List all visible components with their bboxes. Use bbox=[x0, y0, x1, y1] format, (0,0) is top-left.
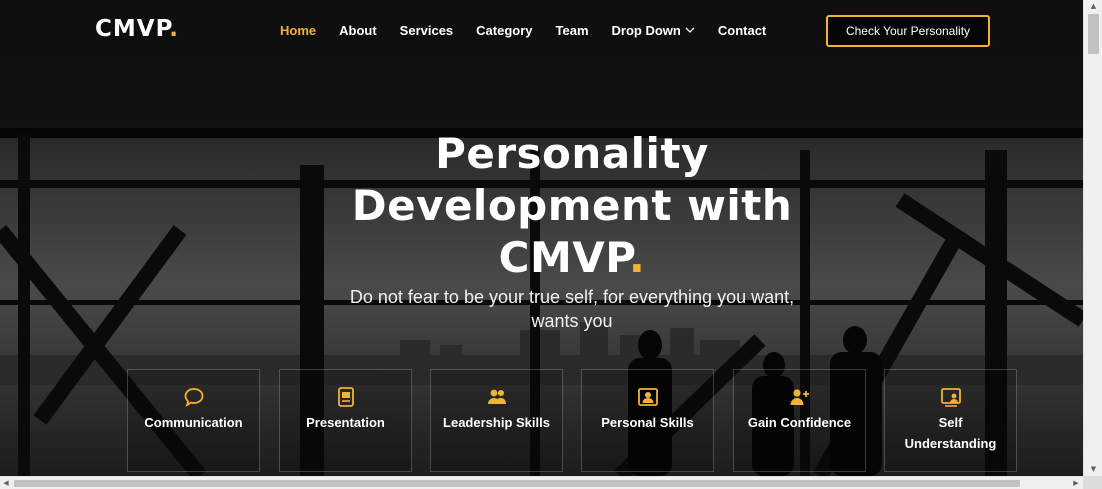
presentation-icon bbox=[337, 387, 354, 407]
people-icon bbox=[487, 389, 506, 404]
card-label: Gain Confidence bbox=[747, 415, 852, 430]
hero-title: Personality Development with CMVP. bbox=[330, 128, 814, 284]
check-personality-button[interactable]: Check Your Personality bbox=[826, 15, 990, 47]
scroll-left-arrow-icon[interactable]: ◀ bbox=[0, 477, 12, 489]
nav-dropdown[interactable]: Drop Down bbox=[612, 23, 695, 38]
site-logo[interactable]: CMVP. bbox=[95, 16, 179, 42]
nav-category[interactable]: Category bbox=[476, 23, 532, 38]
scroll-right-arrow-icon[interactable]: ▶ bbox=[1070, 477, 1082, 489]
nav-home[interactable]: Home bbox=[280, 23, 316, 38]
card-presentation[interactable]: Presentation bbox=[279, 369, 412, 472]
horizontal-scrollbar[interactable]: ◀ ▶ bbox=[0, 476, 1083, 489]
card-personal-skills[interactable]: Personal Skills bbox=[581, 369, 714, 472]
card-leadership-skills[interactable]: Leadership Skills bbox=[430, 369, 563, 472]
vertical-scrollbar[interactable]: ▲ ▼ bbox=[1083, 0, 1102, 476]
horizontal-scroll-thumb[interactable] bbox=[14, 480, 1020, 487]
card-label: Leadership Skills bbox=[443, 415, 550, 430]
nav-team[interactable]: Team bbox=[556, 23, 589, 38]
nav-dropdown-label: Drop Down bbox=[611, 23, 681, 38]
scrollbar-corner bbox=[1083, 476, 1102, 489]
add-user-icon bbox=[790, 389, 809, 405]
card-label: Presentation bbox=[306, 415, 385, 430]
card-gain-confidence[interactable]: Gain Confidence bbox=[733, 369, 866, 472]
main-nav: Home About Services Category Team Drop D… bbox=[280, 23, 789, 38]
nav-services[interactable]: Services bbox=[400, 23, 454, 38]
scroll-up-arrow-icon[interactable]: ▲ bbox=[1084, 0, 1102, 12]
nav-about[interactable]: About bbox=[339, 23, 377, 38]
card-label: Communication bbox=[144, 415, 243, 430]
hero-title-line2: Development with bbox=[351, 181, 793, 230]
person-frame-icon bbox=[637, 388, 658, 406]
card-communication[interactable]: Communication bbox=[127, 369, 260, 472]
hero-title-dot: . bbox=[628, 233, 646, 282]
page-viewport: CMVP. Home About Services Category Team … bbox=[0, 0, 1083, 476]
person-screen-icon bbox=[940, 388, 961, 407]
card-self-understanding[interactable]: Self Understanding bbox=[884, 369, 1017, 472]
card-label: Self Understanding bbox=[904, 415, 997, 451]
logo-dot: . bbox=[169, 16, 179, 42]
chevron-down-icon bbox=[685, 27, 695, 33]
chat-bubble-icon bbox=[184, 388, 203, 407]
logo-text: CMVP bbox=[95, 16, 170, 42]
hero-title-line3: CMVP bbox=[498, 233, 629, 282]
vertical-scroll-thumb[interactable] bbox=[1088, 14, 1099, 54]
scroll-down-arrow-icon[interactable]: ▼ bbox=[1084, 463, 1102, 475]
hero-title-line1: Personality bbox=[435, 129, 709, 178]
hero-subtitle: Do not fear to be your true self, for ev… bbox=[349, 287, 795, 331]
nav-contact[interactable]: Contact bbox=[718, 23, 766, 38]
card-label: Personal Skills bbox=[601, 415, 694, 430]
site-header: CMVP. Home About Services Category Team … bbox=[0, 0, 1083, 62]
